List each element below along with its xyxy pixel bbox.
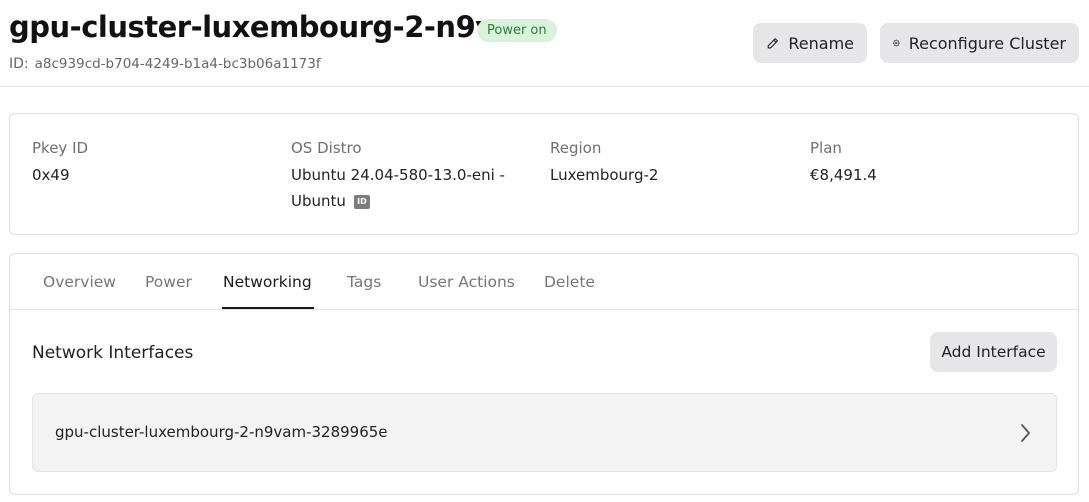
os-value-line1: Ubuntu 24.04-580-13.0-eni - [291,166,505,184]
region-value: Luxembourg-2 [550,166,659,184]
cluster-detail-panel: Overview Power Networking Tags User Acti… [9,253,1079,495]
tab-power[interactable]: Power [145,273,192,291]
pkey-value: 0x49 [32,166,70,184]
rename-button-label: Rename [788,33,854,53]
plan-info: Plan €8,491.4 [810,138,877,188]
rename-button[interactable]: Rename [753,23,867,63]
plan-label: Plan [810,139,842,157]
tab-tags[interactable]: Tags [347,273,381,291]
os-value-line2: Ubuntu [291,192,346,210]
active-tab-indicator [222,307,314,309]
list-item[interactable]: gpu-cluster-luxembourg-2-n9vam-3289965e [32,393,1057,472]
network-interfaces-title: Network Interfaces [32,343,194,363]
tab-networking[interactable]: Networking [223,273,312,291]
region-info: Region Luxembourg-2 [550,138,658,188]
plan-value: €8,491.4 [810,166,877,184]
page-header: gpu-cluster-luxembourg-2-n9vam Power on … [0,0,1089,87]
cluster-info-card: Pkey ID 0x49 OS Distro Ubuntu 24.04-580-… [9,113,1079,235]
status-badge: Power on [477,19,557,42]
region-label: Region [550,139,602,157]
add-interface-button[interactable]: Add Interface [930,332,1057,372]
os-value-line2-row: Ubuntu ID [291,188,505,214]
cluster-id-value: a8c939cd-b704-4249-b1a4-bc3b06a1173f [34,56,321,72]
cluster-id: ID: a8c939cd-b704-4249-b1a4-bc3b06a1173f [9,56,321,72]
chevron-right-icon [1021,424,1030,442]
pkey-label: Pkey ID [32,139,89,157]
tab-delete[interactable]: Delete [544,273,595,291]
page-title: gpu-cluster-luxembourg-2-n9vam [9,10,543,44]
pencil-icon [767,37,778,49]
reconfigure-cluster-label: Reconfigure Cluster [908,33,1066,53]
interface-name: gpu-cluster-luxembourg-2-n9vam-3289965e [55,423,388,441]
gear-icon [893,39,900,47]
cluster-id-label: ID: [9,56,29,72]
os-info: OS Distro Ubuntu 24.04-580-13.0-eni - Ub… [291,138,505,214]
tab-user-actions[interactable]: User Actions [418,273,515,291]
os-value: Ubuntu 24.04-580-13.0-eni - Ubuntu ID [291,162,505,214]
os-label: OS Distro [291,139,362,157]
reconfigure-cluster-button[interactable]: Reconfigure Cluster [880,23,1079,63]
tab-overview[interactable]: Overview [43,273,116,291]
tab-bar: Overview Power Networking Tags User Acti… [10,254,1078,310]
os-id-icon[interactable]: ID [353,194,370,209]
pkey-info: Pkey ID 0x49 [32,138,88,188]
